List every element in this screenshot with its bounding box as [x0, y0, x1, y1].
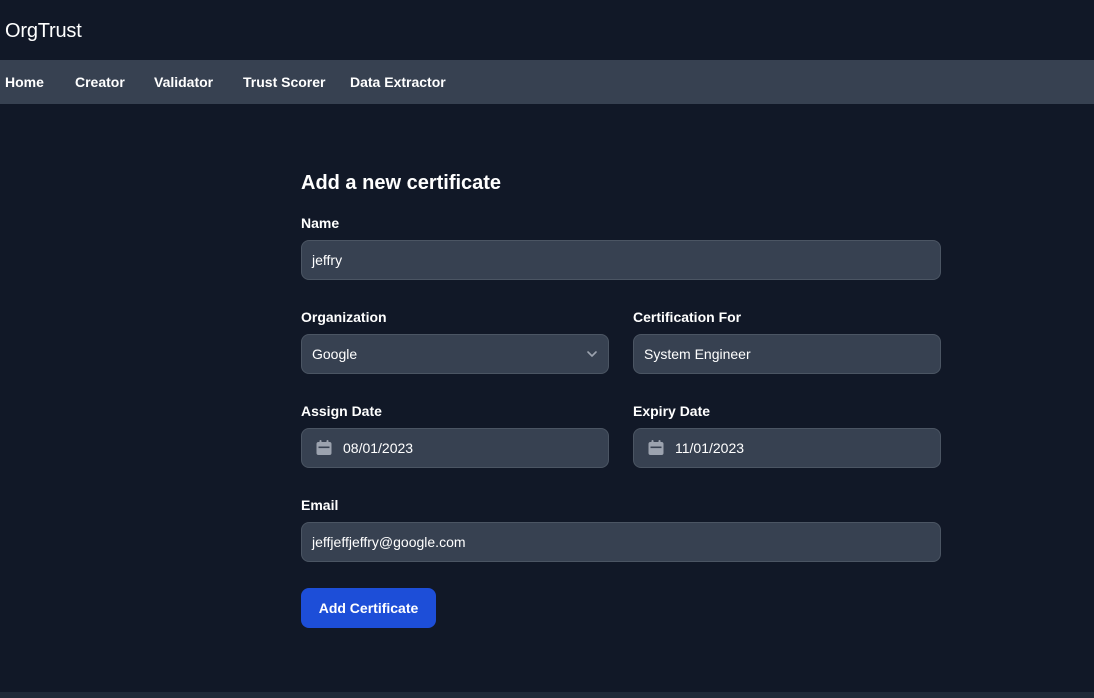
nav-item-home[interactable]: Home	[5, 74, 44, 90]
expiry-date-label: Expiry Date	[633, 403, 711, 419]
brand-title[interactable]: OrgTrust	[5, 20, 82, 43]
nav-item-trust-scorer[interactable]: Trust Scorer	[243, 74, 325, 90]
assign-date-input[interactable]: 08/01/2023	[301, 428, 609, 468]
footer-divider	[0, 692, 1094, 698]
calendar-icon[interactable]	[315, 439, 333, 457]
assign-date-label: Assign Date	[301, 403, 382, 419]
expiry-date-input[interactable]: 11/01/2023	[633, 428, 941, 468]
name-input-value: jeffry	[312, 252, 343, 268]
email-input-value: jeffjeffjeffry@google.com	[312, 534, 466, 550]
chevron-down-icon	[586, 348, 598, 360]
add-certificate-button[interactable]: Add Certificate	[301, 588, 436, 628]
nav-item-validator[interactable]: Validator	[154, 74, 213, 90]
name-input[interactable]: jeffry	[301, 240, 941, 280]
assign-date-value: 08/01/2023	[343, 440, 414, 456]
nav-item-data-extractor[interactable]: Data Extractor	[350, 74, 446, 90]
name-label: Name	[301, 215, 340, 231]
organization-label: Organization	[301, 309, 387, 325]
nav-bar: Home Creator Validator Trust Scorer Data…	[0, 60, 1094, 104]
app-header: OrgTrust	[0, 0, 1094, 60]
certification-for-input-value: System Engineer	[644, 346, 751, 362]
form-title: Add a new certificate	[301, 172, 502, 194]
certification-for-label: Certification For	[633, 309, 742, 325]
organization-select-value: Google	[312, 346, 358, 362]
expiry-date-value: 11/01/2023	[675, 440, 745, 456]
nav-item-creator[interactable]: Creator	[75, 74, 125, 90]
email-label: Email	[301, 497, 339, 513]
certification-for-input[interactable]: System Engineer	[633, 334, 941, 374]
calendar-icon[interactable]	[647, 439, 665, 457]
organization-select[interactable]: Google	[301, 334, 609, 374]
email-input[interactable]: jeffjeffjeffry@google.com	[301, 522, 941, 562]
